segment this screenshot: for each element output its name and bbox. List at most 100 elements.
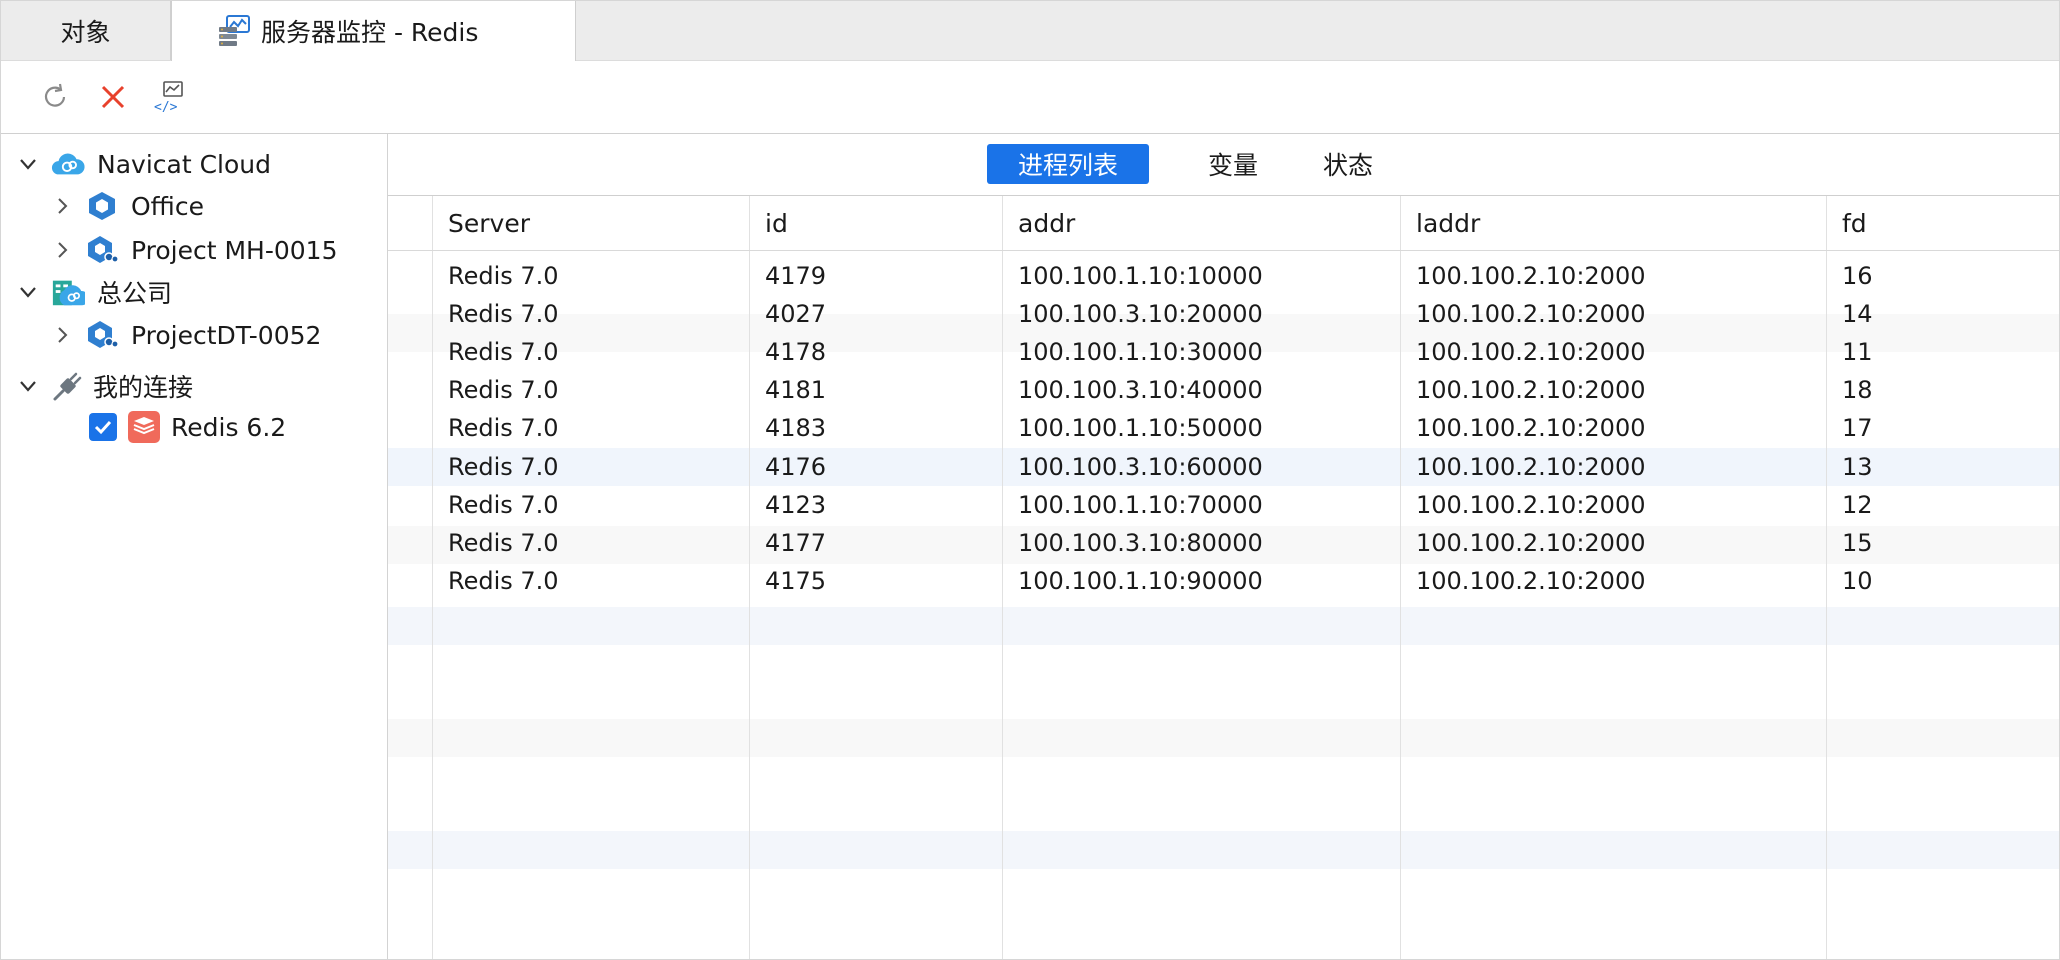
- tree-node-label: Redis 6.2: [171, 412, 287, 442]
- column-header-fd[interactable]: fd: [1826, 196, 2059, 250]
- column-header-label: addr: [1018, 208, 1076, 238]
- tree-node-redis-6-2[interactable]: Redis 6.2: [89, 407, 286, 447]
- organization-icon: [51, 275, 85, 309]
- subtab-status[interactable]: 状态: [1313, 144, 1383, 184]
- table-cell-id[interactable]: 4027: [749, 295, 1002, 333]
- refresh-button[interactable]: [37, 81, 73, 117]
- tree-node-label: ProjectDT-0052: [131, 320, 322, 350]
- column-header-label: laddr: [1416, 208, 1481, 238]
- table-cell-id[interactable]: 4181: [749, 371, 1002, 409]
- table-cell-server[interactable]: Redis 7.0: [432, 257, 749, 295]
- table-cell-id[interactable]: 4177: [749, 524, 1002, 562]
- subtab-process-list[interactable]: 进程列表: [987, 144, 1149, 184]
- server-monitor-icon: [217, 15, 251, 47]
- column-header-label: fd: [1842, 208, 1867, 238]
- tree-node-office[interactable]: Office: [51, 186, 204, 226]
- table-cell-fd[interactable]: 16: [1826, 257, 2059, 295]
- table-cell-addr[interactable]: 100.100.1.10:70000: [1002, 486, 1400, 524]
- chevron-down-icon[interactable]: [17, 153, 39, 175]
- table-cell-server[interactable]: Redis 7.0: [432, 371, 749, 409]
- monitor-panel: 进程列表 变量 状态 Server id addr laddr fd Redis…: [388, 134, 2059, 959]
- table-cell-id[interactable]: 4179: [749, 257, 1002, 295]
- column-header-server[interactable]: Server: [432, 196, 749, 250]
- connection-plug-icon: [51, 369, 85, 403]
- column-header-label: Server: [448, 208, 530, 238]
- cloud-icon: [51, 147, 85, 181]
- table-cell-addr[interactable]: 100.100.1.10:50000: [1002, 409, 1400, 447]
- toolbar: </>: [1, 61, 2059, 134]
- chevron-right-icon[interactable]: [51, 324, 73, 346]
- table-cell-laddr[interactable]: 100.100.2.10:2000: [1400, 524, 1826, 562]
- row-band: [388, 607, 2059, 645]
- tree-node-label: Navicat Cloud: [97, 149, 271, 179]
- column-header-laddr[interactable]: laddr: [1400, 196, 1826, 250]
- table-cell-server[interactable]: Redis 7.0: [432, 409, 749, 447]
- project-icon: [85, 189, 119, 223]
- row-band: [388, 719, 2059, 757]
- redis-icon: [127, 410, 161, 444]
- table-cell-laddr[interactable]: 100.100.2.10:2000: [1400, 257, 1826, 295]
- table-cell-laddr[interactable]: 100.100.2.10:2000: [1400, 486, 1826, 524]
- table-cell-addr[interactable]: 100.100.3.10:40000: [1002, 371, 1400, 409]
- table-cell-laddr[interactable]: 100.100.2.10:2000: [1400, 448, 1826, 486]
- column-header-id[interactable]: id: [749, 196, 1002, 250]
- table-cell-id[interactable]: 4178: [749, 333, 1002, 371]
- table-cell-id[interactable]: 4176: [749, 448, 1002, 486]
- table-cell-fd[interactable]: 14: [1826, 295, 2059, 333]
- connection-checkbox[interactable]: [89, 413, 117, 441]
- table-cell-addr[interactable]: 100.100.3.10:20000: [1002, 295, 1400, 333]
- table-cell-server[interactable]: Redis 7.0: [432, 333, 749, 371]
- tab-objects[interactable]: 对象: [1, 1, 171, 60]
- chevron-right-icon[interactable]: [51, 239, 73, 261]
- table-cell-id[interactable]: 4175: [749, 562, 1002, 600]
- table-cell-fd[interactable]: 12: [1826, 486, 2059, 524]
- monitor-subtabs: 进程列表 变量 状态: [388, 134, 2059, 196]
- table-cell-laddr[interactable]: 100.100.2.10:2000: [1400, 409, 1826, 447]
- table-cell-server[interactable]: Redis 7.0: [432, 486, 749, 524]
- table-cell-id[interactable]: 4123: [749, 486, 1002, 524]
- table-cell-addr[interactable]: 100.100.1.10:30000: [1002, 333, 1400, 371]
- table-cell-fd[interactable]: 18: [1826, 371, 2059, 409]
- close-icon: [98, 82, 128, 116]
- chevron-down-icon[interactable]: [17, 281, 39, 303]
- table-cell-server[interactable]: Redis 7.0: [432, 295, 749, 333]
- subtab-label: 进程列表: [1017, 151, 1118, 180]
- table-cell-addr[interactable]: 100.100.1.10:90000: [1002, 562, 1400, 600]
- tree-node-navicat-cloud[interactable]: Navicat Cloud: [17, 144, 271, 184]
- table-cell-id[interactable]: 4183: [749, 409, 1002, 447]
- column-header-addr[interactable]: addr: [1002, 196, 1400, 250]
- table-cell-addr[interactable]: 100.100.3.10:80000: [1002, 524, 1400, 562]
- tree-node-projectdt-0052[interactable]: ProjectDT-0052: [51, 315, 321, 355]
- subtab-variables[interactable]: 变量: [1198, 144, 1268, 184]
- chevron-right-icon[interactable]: [51, 195, 73, 217]
- table-cell-addr[interactable]: 100.100.1.10:10000: [1002, 257, 1400, 295]
- stop-process-button[interactable]: [95, 81, 131, 117]
- subtab-label: 状态: [1322, 151, 1373, 180]
- table-cell-server[interactable]: Redis 7.0: [432, 562, 749, 600]
- table-cell-laddr[interactable]: 100.100.2.10:2000: [1400, 295, 1826, 333]
- tree-node-my-connections[interactable]: 我的连接: [17, 366, 193, 406]
- tree-node-head-office[interactable]: 总公司: [17, 272, 172, 312]
- row-band: [388, 831, 2059, 869]
- column-header-label: id: [765, 208, 788, 238]
- tab-server-monitor[interactable]: 服务器监控 - Redis: [171, 1, 576, 61]
- tab-strip: 对象 服务器监控 - Redis: [1, 1, 2059, 61]
- team-project-icon: [85, 233, 119, 267]
- table-cell-fd[interactable]: 13: [1826, 448, 2059, 486]
- table-cell-server[interactable]: Redis 7.0: [432, 524, 749, 562]
- table-cell-laddr[interactable]: 100.100.2.10:2000: [1400, 562, 1826, 600]
- table-cell-fd[interactable]: 11: [1826, 333, 2059, 371]
- tree-node-project-mh-0015[interactable]: Project MH-0015: [51, 230, 338, 270]
- table-cell-laddr[interactable]: 100.100.2.10:2000: [1400, 333, 1826, 371]
- table-cell-laddr[interactable]: 100.100.2.10:2000: [1400, 371, 1826, 409]
- table-cell-addr[interactable]: 100.100.3.10:60000: [1002, 448, 1400, 486]
- table-cell-fd[interactable]: 10: [1826, 562, 2059, 600]
- table-cell-server[interactable]: Redis 7.0: [432, 448, 749, 486]
- connection-tree: Navicat Cloud Office Project MH-0015 总公司…: [1, 134, 388, 959]
- chevron-down-icon[interactable]: [17, 375, 39, 397]
- table-cell-fd[interactable]: 15: [1826, 524, 2059, 562]
- server-monitor-window: 对象 服务器监控 - Redis </> Navicat Cloud Offic…: [0, 0, 2060, 960]
- script-button[interactable]: </>: [151, 81, 187, 117]
- table-cell-fd[interactable]: 17: [1826, 409, 2059, 447]
- tab-server-monitor-label: 服务器监控 - Redis: [261, 18, 479, 47]
